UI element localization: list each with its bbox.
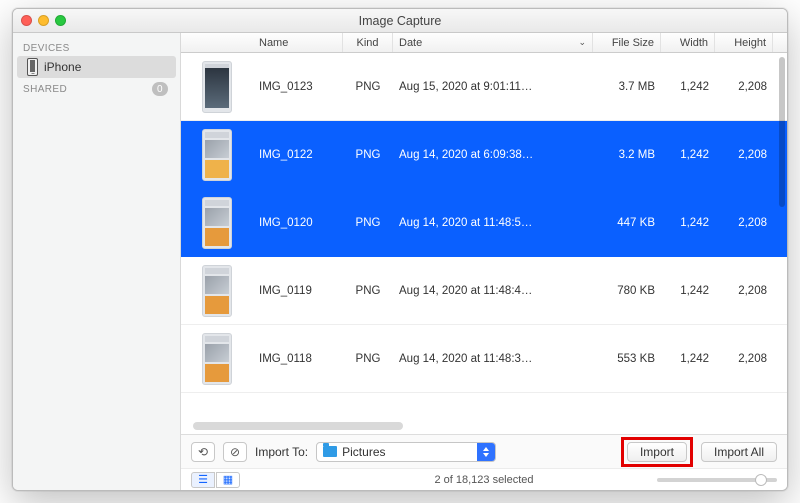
chevron-down-icon: ⌄ bbox=[578, 37, 586, 48]
main-pane: Name Kind Date ⌄ File Size Width Height … bbox=[181, 33, 787, 490]
cell-kind: PNG bbox=[343, 325, 393, 392]
cell-date: Aug 14, 2020 at 11:48:5… bbox=[393, 189, 593, 256]
thumbnail bbox=[191, 127, 243, 183]
table-body: IMG_0123PNGAug 15, 2020 at 9:01:11…3.7 M… bbox=[181, 53, 787, 420]
cell-height: 2,208 bbox=[715, 257, 773, 324]
cell-date: Aug 14, 2020 at 11:48:3… bbox=[393, 325, 593, 392]
close-window-button[interactable] bbox=[21, 15, 32, 26]
table-header: Name Kind Date ⌄ File Size Width Height bbox=[181, 33, 787, 53]
list-view-icon: ☰ bbox=[198, 473, 208, 486]
list-view-button[interactable]: ☰ bbox=[191, 472, 215, 488]
thumbnail-size-slider[interactable] bbox=[657, 478, 777, 482]
cell-width: 1,242 bbox=[661, 121, 715, 188]
delete-button[interactable]: ⊘ bbox=[223, 442, 247, 462]
cell-width: 1,242 bbox=[661, 257, 715, 324]
table-row[interactable]: IMG_0122PNGAug 14, 2020 at 6:09:38…3.2 M… bbox=[181, 121, 787, 189]
cell-date: Aug 14, 2020 at 6:09:38… bbox=[393, 121, 593, 188]
iphone-icon bbox=[27, 58, 38, 76]
cell-kind: PNG bbox=[343, 53, 393, 120]
import-all-button[interactable]: Import All bbox=[701, 442, 777, 462]
cell-size: 447 KB bbox=[593, 189, 661, 256]
cell-width: 1,242 bbox=[661, 325, 715, 392]
footer: ☰ ▦ 2 of 18,123 selected bbox=[181, 468, 787, 490]
horizontal-scrollbar[interactable] bbox=[193, 422, 403, 430]
sidebar-header-shared: SHARED 0 bbox=[13, 78, 180, 98]
column-kind[interactable]: Kind bbox=[343, 33, 393, 52]
column-height[interactable]: Height bbox=[715, 33, 773, 52]
bottom-toolbar: ⟲ ⊘ Import To: Pictures Import bbox=[181, 434, 787, 468]
column-name[interactable]: Name bbox=[253, 33, 343, 52]
view-toggle: ☰ ▦ bbox=[191, 472, 240, 488]
prohibit-icon: ⊘ bbox=[230, 445, 240, 459]
slider-knob[interactable] bbox=[755, 474, 767, 486]
cell-height: 2,208 bbox=[715, 53, 773, 120]
import-button[interactable]: Import bbox=[627, 442, 687, 462]
table-row[interactable]: IMG_0118PNGAug 14, 2020 at 11:48:3…553 K… bbox=[181, 325, 787, 393]
column-date[interactable]: Date ⌄ bbox=[393, 33, 593, 52]
sidebar-header-devices: DEVICES bbox=[13, 39, 180, 56]
cell-name: IMG_0123 bbox=[253, 53, 343, 120]
thumbnail bbox=[191, 195, 243, 251]
cell-date: Aug 14, 2020 at 11:48:4… bbox=[393, 257, 593, 324]
import-destination-select[interactable]: Pictures bbox=[316, 442, 496, 462]
table-row[interactable]: IMG_0120PNGAug 14, 2020 at 11:48:5…447 K… bbox=[181, 189, 787, 257]
cell-kind: PNG bbox=[343, 189, 393, 256]
cell-size: 553 KB bbox=[593, 325, 661, 392]
grid-view-button[interactable]: ▦ bbox=[216, 472, 240, 488]
cell-date: Aug 15, 2020 at 9:01:11… bbox=[393, 53, 593, 120]
sidebar-device-iphone[interactable]: iPhone bbox=[17, 56, 176, 78]
rotate-button[interactable]: ⟲ bbox=[191, 442, 215, 462]
thumbnail bbox=[191, 263, 243, 319]
cell-width: 1,242 bbox=[661, 189, 715, 256]
cell-height: 2,208 bbox=[715, 121, 773, 188]
column-width[interactable]: Width bbox=[661, 33, 715, 52]
cell-name: IMG_0122 bbox=[253, 121, 343, 188]
selection-status: 2 of 18,123 selected bbox=[434, 474, 533, 486]
cell-height: 2,208 bbox=[715, 325, 773, 392]
cell-name: IMG_0119 bbox=[253, 257, 343, 324]
rotate-icon: ⟲ bbox=[198, 445, 208, 459]
import-to-label: Import To: bbox=[255, 445, 308, 459]
titlebar: Image Capture bbox=[13, 9, 787, 33]
cell-size: 780 KB bbox=[593, 257, 661, 324]
import-destination-value: Pictures bbox=[342, 445, 385, 459]
cell-name: IMG_0120 bbox=[253, 189, 343, 256]
cell-size: 3.7 MB bbox=[593, 53, 661, 120]
minimize-window-button[interactable] bbox=[38, 15, 49, 26]
thumbnail bbox=[191, 331, 243, 387]
folder-icon bbox=[323, 446, 337, 457]
cell-kind: PNG bbox=[343, 257, 393, 324]
column-file-size[interactable]: File Size bbox=[593, 33, 661, 52]
thumbnail bbox=[191, 59, 243, 115]
app-window: Image Capture DEVICES iPhone SHARED 0 bbox=[12, 8, 788, 491]
import-highlight: Import bbox=[621, 437, 693, 467]
window-title: Image Capture bbox=[359, 9, 442, 33]
table-row[interactable]: IMG_0119PNGAug 14, 2020 at 11:48:4…780 K… bbox=[181, 257, 787, 325]
sidebar-device-label: iPhone bbox=[44, 60, 81, 74]
vertical-scrollbar[interactable] bbox=[779, 57, 785, 207]
cell-name: IMG_0118 bbox=[253, 325, 343, 392]
horizontal-scroll-area bbox=[181, 420, 787, 434]
cell-size: 3.2 MB bbox=[593, 121, 661, 188]
window-controls bbox=[21, 15, 66, 26]
zoom-window-button[interactable] bbox=[55, 15, 66, 26]
stepper-arrows-icon bbox=[477, 443, 495, 461]
grid-view-icon: ▦ bbox=[223, 473, 233, 486]
column-thumbnail[interactable] bbox=[181, 33, 253, 52]
table-row[interactable]: IMG_0123PNGAug 15, 2020 at 9:01:11…3.7 M… bbox=[181, 53, 787, 121]
cell-kind: PNG bbox=[343, 121, 393, 188]
cell-height: 2,208 bbox=[715, 189, 773, 256]
sidebar: DEVICES iPhone SHARED 0 bbox=[13, 33, 181, 490]
cell-width: 1,242 bbox=[661, 53, 715, 120]
shared-count-badge: 0 bbox=[152, 82, 168, 96]
